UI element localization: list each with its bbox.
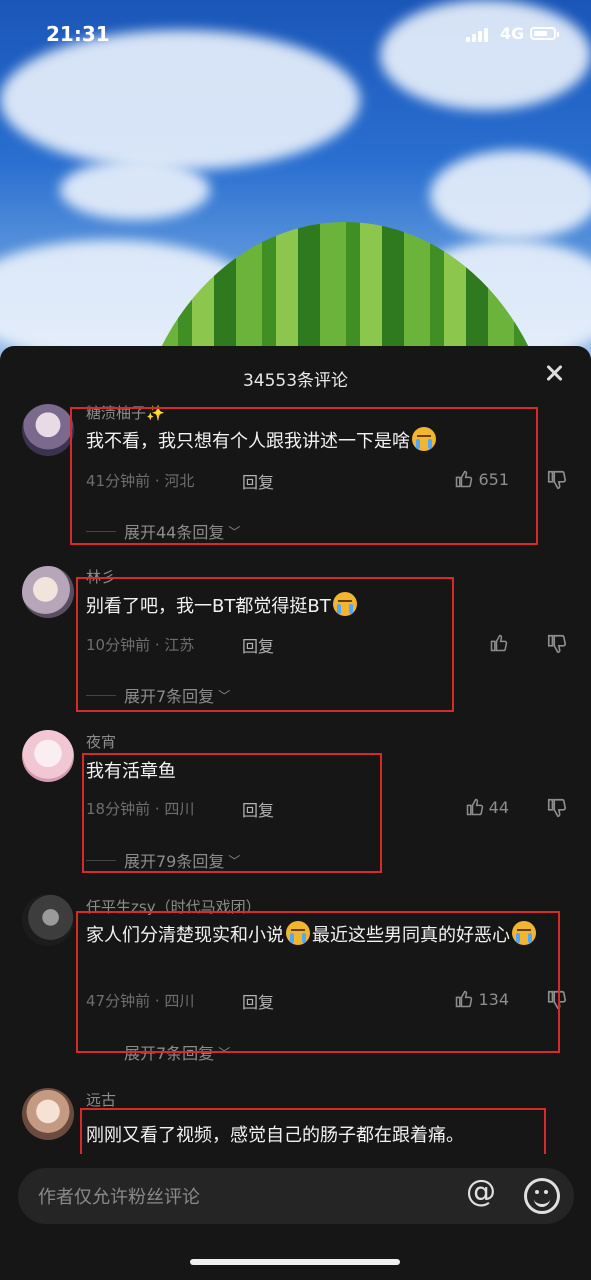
at-mention-icon[interactable]: @	[466, 1174, 496, 1209]
highlight-box	[76, 911, 560, 1053]
status-bar: 21:31 4G	[0, 0, 591, 70]
comment-username[interactable]: 夜宵	[86, 731, 116, 752]
avatar[interactable]	[22, 894, 74, 946]
like-button[interactable]: 44	[465, 797, 509, 817]
battery-icon	[530, 27, 559, 40]
highlight-box	[76, 577, 454, 712]
close-icon[interactable]	[543, 362, 565, 384]
avatar[interactable]	[22, 730, 74, 782]
highlight-box	[70, 407, 538, 545]
signal-icon	[466, 28, 488, 42]
thumbs-down-icon[interactable]	[546, 797, 568, 819]
like-button[interactable]	[489, 633, 509, 653]
avatar[interactable]	[22, 1088, 74, 1140]
thumbs-up-icon	[466, 798, 483, 816]
thumbs-down-icon[interactable]	[546, 469, 568, 491]
comment-username[interactable]: 远古	[86, 1089, 116, 1110]
highlight-box	[82, 753, 382, 873]
avatar[interactable]	[22, 404, 74, 456]
thumbs-up-icon	[490, 634, 508, 652]
comment-input-placeholder: 作者仅允许粉丝评论	[38, 1187, 200, 1208]
thumbs-down-icon[interactable]	[546, 633, 568, 655]
avatar[interactable]	[22, 566, 74, 618]
home-indicator[interactable]	[190, 1259, 400, 1265]
like-count: 44	[488, 797, 509, 817]
comments-count-title: 34553条评论	[242, 371, 349, 391]
network-type: 4G	[500, 24, 525, 43]
status-time: 21:31	[46, 22, 110, 46]
emoji-icon[interactable]	[524, 1178, 560, 1214]
